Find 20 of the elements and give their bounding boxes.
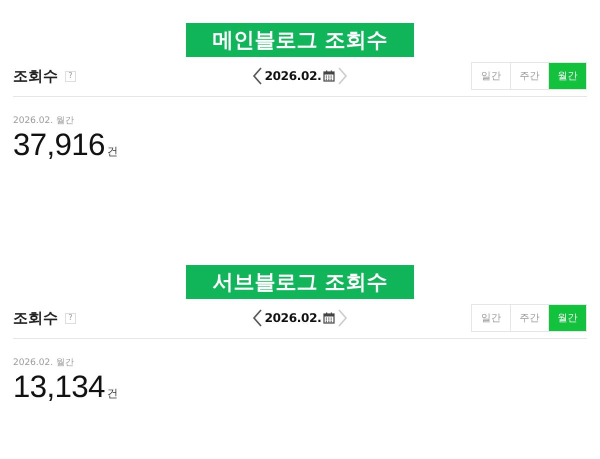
count-unit: 건 — [106, 386, 118, 402]
period-tab[interactable]: 월간 — [548, 63, 586, 89]
count-unit: 건 — [106, 144, 118, 160]
section-banner: 서브블로그 조회수 — [186, 265, 414, 299]
chevron-left-icon[interactable] — [250, 308, 263, 328]
section-banner: 메인블로그 조회수 — [186, 23, 414, 57]
calendar-icon[interactable] — [323, 70, 336, 82]
stats-title: 조회수 — [13, 66, 58, 86]
help-icon[interactable]: ? — [65, 70, 76, 82]
chevron-left-icon[interactable] — [250, 66, 263, 86]
period-label: 2026.02. 월간 — [13, 357, 75, 369]
date-label: 2026.02. — [264, 311, 322, 325]
date-label: 2026.02. — [264, 69, 322, 83]
period-label: 2026.02. 월간 — [13, 115, 75, 127]
period-tab[interactable]: 월간 — [548, 305, 586, 331]
calendar-icon[interactable] — [323, 312, 336, 324]
view-count: 13,134 — [13, 371, 105, 402]
view-count: 37,916 — [13, 129, 105, 160]
help-icon[interactable]: ? — [65, 312, 76, 324]
stats-title: 조회수 — [13, 308, 58, 328]
